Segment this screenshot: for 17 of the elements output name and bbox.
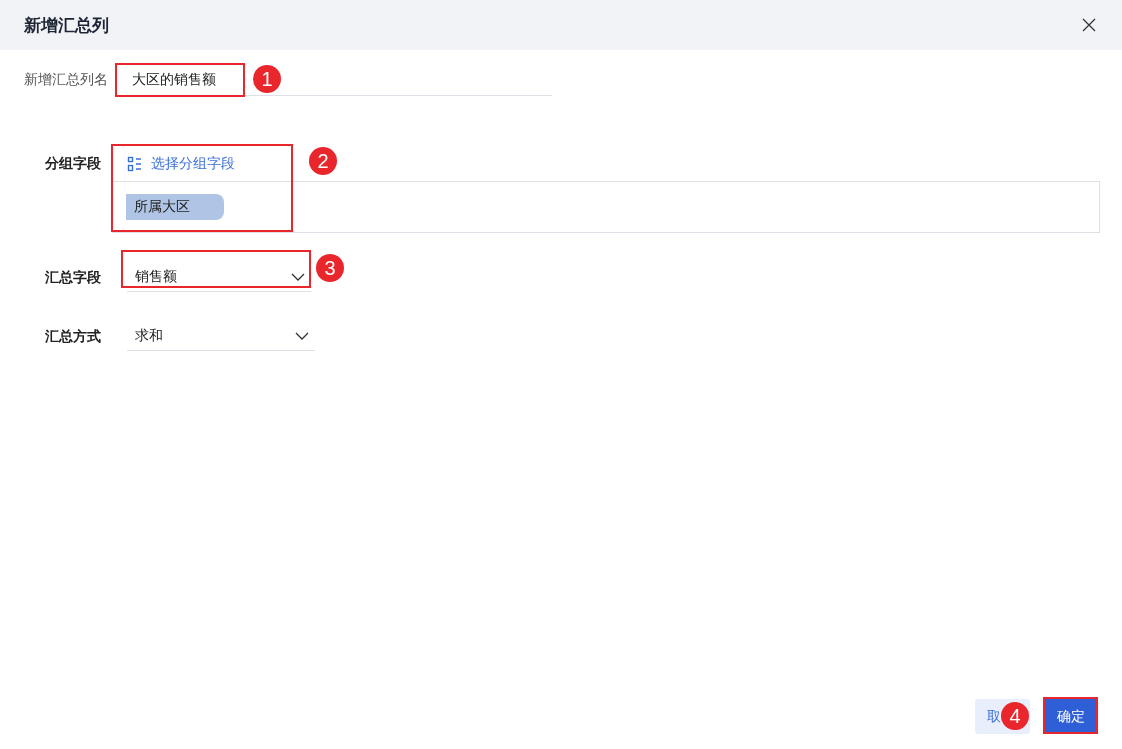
dropdown[interactable]: 求和 xyxy=(127,322,315,351)
field-tag[interactable]: 所属大区 xyxy=(126,194,224,220)
step-badge: 3 xyxy=(316,254,344,282)
field-label: 新增汇总列名 xyxy=(24,71,109,89)
chevron-icon xyxy=(291,273,305,281)
step-badge: 1 xyxy=(253,65,281,93)
step-badge: 2 xyxy=(309,147,337,175)
list-icon xyxy=(127,156,143,172)
close-icon[interactable] xyxy=(1082,18,1096,32)
field-label: 分组字段 xyxy=(45,155,102,173)
dropdown[interactable]: 销售额 xyxy=(127,263,311,292)
field-label: 汇总方式 xyxy=(45,327,102,346)
field-label: 汇总字段 xyxy=(45,268,102,287)
chevron-icon xyxy=(295,332,309,340)
dialog-title: 新增汇总列 xyxy=(24,14,109,37)
highlight-frame xyxy=(1043,697,1098,734)
select-field-link[interactable]: 选择分组字段 xyxy=(127,155,235,173)
